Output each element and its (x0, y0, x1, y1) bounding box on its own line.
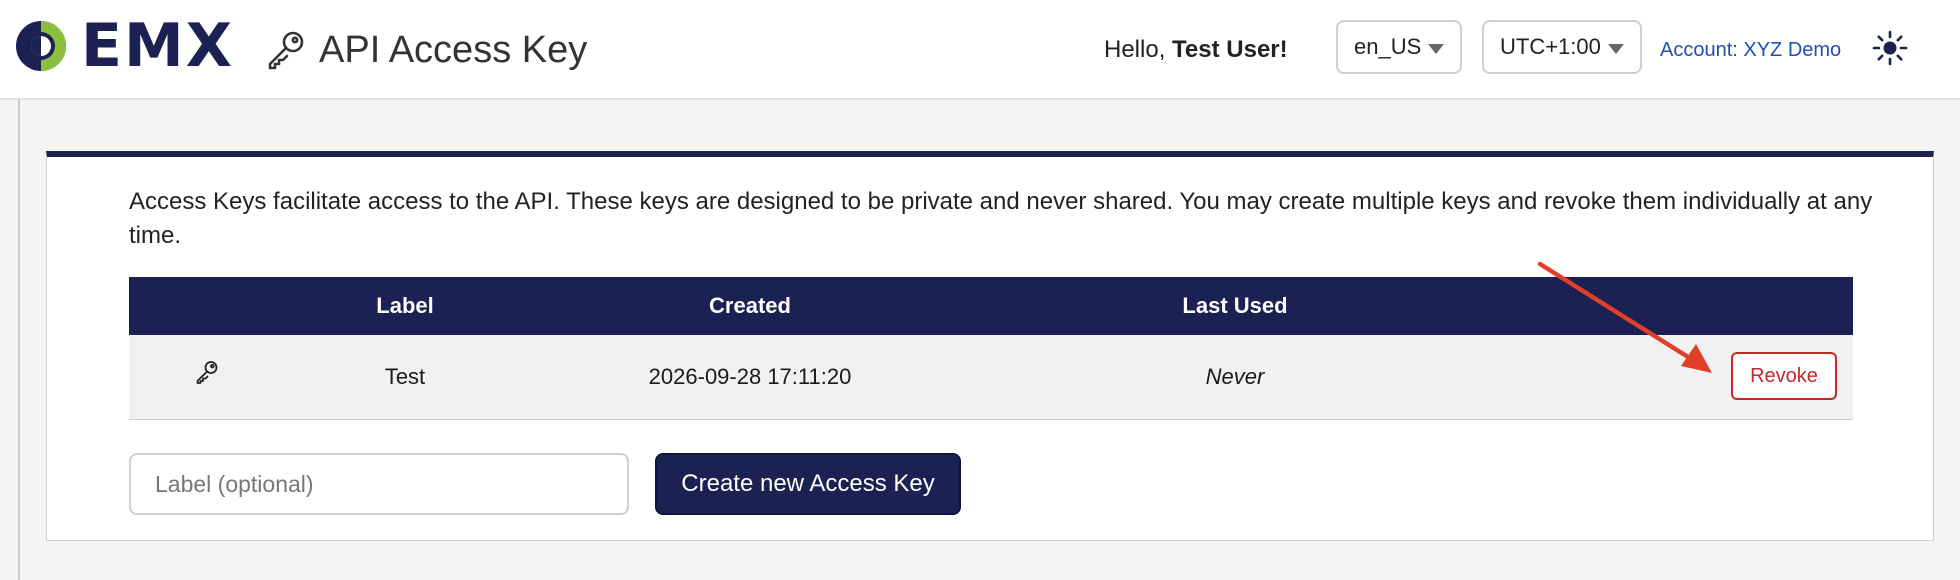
top-navbar: EMX API Access Key Hello, Test User! en_… (0, 0, 1960, 99)
timezone-select[interactable]: UTC+1:00 (1482, 20, 1642, 74)
caret-down-icon (1608, 44, 1624, 54)
intro-text: Access Keys facilitate access to the API… (129, 188, 1873, 249)
emx-logo-mark-icon (15, 20, 67, 72)
user-name: Test User! (1172, 36, 1288, 63)
label-input[interactable] (129, 453, 629, 515)
caret-down-icon (1428, 44, 1444, 54)
column-header-last-used: Last Used (1182, 293, 1288, 318)
sidebar-divider (18, 99, 20, 580)
language-select[interactable]: en_US (1336, 20, 1462, 74)
access-keys-table: Label Created Last Used Test 2026-09-28 … (129, 277, 1853, 420)
page-title: API Access Key (319, 28, 588, 71)
table-header: Label Created Last Used (129, 277, 1853, 335)
emx-logo[interactable]: EMX (15, 11, 234, 81)
page-header: API Access Key (265, 22, 587, 78)
column-header-icon (129, 277, 285, 335)
key-icon (265, 29, 307, 71)
user-greeting: Hello, Test User! (1104, 36, 1288, 64)
language-select-value: en_US (1354, 34, 1422, 59)
key-last-used-cell: Never (1205, 364, 1265, 389)
access-keys-panel: Access Keys facilitate access to the API… (46, 151, 1934, 541)
greeting-prefix: Hello, (1104, 36, 1166, 63)
revoke-button[interactable]: Revoke (1731, 352, 1837, 400)
column-header-label: Label (376, 293, 434, 318)
timezone-select-value: UTC+1:00 (1500, 34, 1601, 59)
logo-text: EMX (81, 11, 234, 81)
key-icon (194, 336, 220, 420)
create-access-key-button[interactable]: Create new Access Key (655, 453, 961, 515)
key-created-cell: 2026-09-28 17:11:20 (648, 364, 852, 389)
table-row: Test 2026-09-28 17:11:20 Never Revoke (129, 335, 1853, 420)
row-icon-cell (129, 335, 285, 419)
sun-icon[interactable] (1872, 30, 1908, 66)
column-header-created: Created (709, 293, 791, 318)
key-label-cell: Test (384, 364, 426, 389)
account-link[interactable]: Account: XYZ Demo (1660, 39, 1841, 62)
